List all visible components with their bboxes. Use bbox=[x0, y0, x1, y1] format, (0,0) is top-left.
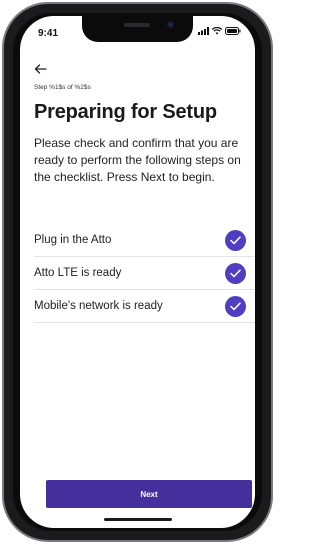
device-notch bbox=[82, 16, 193, 42]
status-time: 9:41 bbox=[38, 28, 59, 39]
back-button[interactable] bbox=[34, 62, 47, 78]
cellular-signal-icon bbox=[198, 27, 209, 35]
battery-icon bbox=[225, 27, 241, 35]
wifi-icon bbox=[212, 27, 222, 35]
speaker-grille bbox=[124, 23, 150, 27]
front-camera bbox=[167, 21, 174, 28]
status-icons bbox=[198, 27, 241, 35]
home-indicator bbox=[104, 518, 172, 521]
checklist-item-label: Atto LTE is ready bbox=[34, 267, 122, 279]
checkmark-icon[interactable] bbox=[225, 263, 246, 284]
next-button[interactable]: Next bbox=[46, 480, 252, 508]
checkmark-icon[interactable] bbox=[225, 230, 246, 251]
checklist-item-lte-ready[interactable]: Atto LTE is ready bbox=[34, 257, 255, 290]
checkmark-icon[interactable] bbox=[225, 296, 246, 317]
step-indicator: Step %1$s of %2$s bbox=[34, 84, 91, 91]
page-title: Preparing for Setup bbox=[34, 101, 217, 123]
checklist-item-label: Mobile's network is ready bbox=[34, 300, 163, 312]
checklist-item-network-ready[interactable]: Mobile's network is ready bbox=[34, 290, 255, 323]
app-screen: 9:41 Step %1$s of %2$s Preparing for Set… bbox=[20, 16, 255, 528]
checklist-item-plug-in[interactable]: Plug in the Atto bbox=[34, 224, 255, 257]
instructions-text: Please check and confirm that you are re… bbox=[34, 136, 241, 184]
checklist: Plug in the Atto Atto LTE is ready Mobil… bbox=[34, 224, 255, 323]
checklist-item-label: Plug in the Atto bbox=[34, 234, 112, 246]
arrow-left-icon bbox=[34, 64, 47, 74]
